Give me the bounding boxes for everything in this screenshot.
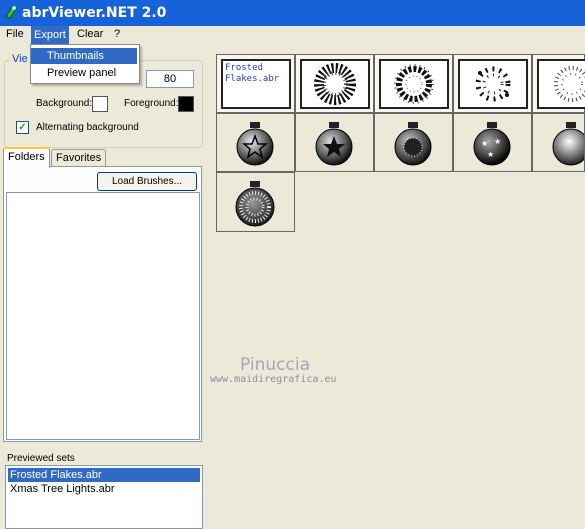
watermark-url: www.maidiregrafica.eu	[210, 374, 337, 385]
folder-tree[interactable]	[6, 192, 200, 440]
menu-bar: File Export Clear ?	[0, 26, 585, 44]
svg-text:★: ★	[494, 137, 501, 146]
alternating-background-checkbox[interactable]: ✓	[16, 121, 29, 134]
thumbnail-grid: Frosted Flakes.abr ★ ★ ★	[216, 54, 585, 232]
title-bar: abrViewer.NET 2.0	[0, 0, 585, 26]
thumbnail-ornament-speckled[interactable]	[216, 172, 295, 232]
ornament-star-outline-icon	[236, 122, 274, 166]
thumbnail-ornament-flake[interactable]	[374, 113, 453, 172]
thumbnail-size-input[interactable]: 80	[146, 70, 194, 88]
ornament-speckled-icon	[235, 181, 275, 227]
ornament-stars-icon: ★ ★ ★	[473, 122, 511, 166]
thumbnail-flake-wreath-dense[interactable]	[295, 54, 374, 113]
watermark-name: Pinuccia	[240, 355, 310, 375]
alternating-background-label: Alternating background	[36, 122, 139, 133]
thumbnail-ornament-star-solid[interactable]	[295, 113, 374, 172]
flake-wreath-icon	[314, 63, 356, 105]
view-options-legend: Vie	[10, 53, 30, 65]
flake-sparse-icon	[554, 66, 585, 102]
foreground-label: Foreground:	[124, 98, 179, 109]
previewed-sets-list[interactable]: Frosted Flakes.abr Xmas Tree Lights.abr	[5, 465, 203, 529]
thumbnail-flake-wreath-scatter[interactable]	[453, 54, 532, 113]
ornament-flake-icon	[394, 122, 432, 166]
list-item[interactable]: Frosted Flakes.abr	[8, 468, 200, 482]
thumbnail-set-name[interactable]: Frosted Flakes.abr	[216, 54, 295, 113]
load-brushes-button[interactable]: Load Brushes...	[97, 172, 197, 191]
thumbnail-flake-wreath-ring[interactable]	[374, 54, 453, 113]
menu-item-preview-panel[interactable]: Preview panel	[31, 65, 137, 81]
menu-clear[interactable]: Clear	[74, 28, 106, 40]
tab-favorites[interactable]: Favorites	[51, 149, 107, 167]
export-dropdown: Thumbnails Preview panel	[30, 44, 140, 84]
flake-ring-icon	[394, 64, 434, 104]
tab-folders[interactable]: Folders	[3, 147, 50, 168]
menu-export[interactable]: Export	[31, 26, 69, 44]
set-name-label: Frosted Flakes.abr	[225, 63, 280, 84]
thumbnail-ornament-stars[interactable]: ★ ★ ★	[453, 113, 532, 172]
menu-item-thumbnails[interactable]: Thumbnails	[31, 48, 137, 64]
ornament-plain-icon	[552, 122, 585, 166]
thumbnail-flake-wreath-sparse[interactable]	[532, 54, 585, 113]
app-icon	[5, 6, 17, 19]
svg-text:★: ★	[481, 139, 488, 148]
thumbnail-ornament-star-outline[interactable]	[216, 113, 295, 172]
svg-text:★: ★	[487, 150, 494, 159]
menu-file[interactable]: File	[3, 28, 27, 40]
background-color-swatch[interactable]	[92, 96, 108, 112]
menu-help[interactable]: ?	[111, 28, 123, 40]
flake-scatter-icon	[475, 66, 511, 102]
ornament-star-solid-icon	[315, 122, 353, 166]
previewed-sets-label: Previewed sets	[7, 453, 75, 464]
foreground-color-swatch[interactable]	[178, 96, 194, 112]
thumbnail-ornament-plain[interactable]	[532, 113, 585, 172]
background-label: Background:	[36, 98, 93, 109]
window-title: abrViewer.NET 2.0	[22, 5, 167, 21]
check-icon: ✓	[18, 122, 27, 133]
list-item[interactable]: Xmas Tree Lights.abr	[8, 482, 200, 496]
